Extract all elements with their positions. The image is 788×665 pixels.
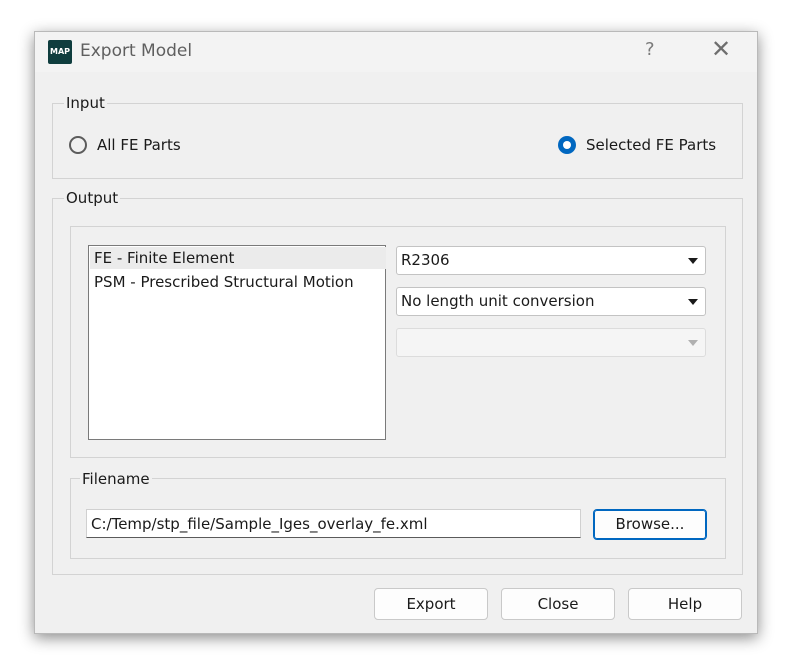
filename-field[interactable] [86, 509, 581, 538]
chevron-down-icon [688, 299, 698, 305]
close-icon[interactable]: ✕ [711, 35, 731, 63]
version-dropdown-value: R2306 [401, 251, 450, 269]
window-title: Export Model [80, 41, 193, 61]
filename-input[interactable] [87, 510, 580, 537]
chevron-down-icon [688, 340, 698, 346]
help-icon[interactable]: ? [645, 39, 655, 60]
browse-button[interactable]: Browse... [593, 509, 707, 540]
output-group-label: Output [64, 189, 121, 207]
disabled-dropdown [396, 328, 706, 357]
list-item-psm[interactable]: PSM - Prescribed Structural Motion [90, 271, 386, 293]
all-fe-parts-radio[interactable] [69, 136, 87, 154]
app-icon: MAP [48, 40, 72, 64]
selected-fe-parts-radio[interactable] [558, 136, 576, 154]
filename-group-label: Filename [80, 470, 152, 488]
close-button[interactable]: Close [501, 588, 615, 620]
list-item-fe[interactable]: FE - Finite Element [90, 247, 386, 269]
unit-conversion-dropdown[interactable]: No length unit conversion [396, 287, 706, 316]
version-dropdown[interactable]: R2306 [396, 246, 706, 275]
help-button[interactable]: Help [628, 588, 742, 620]
chevron-down-icon [688, 258, 698, 264]
input-group-label: Input [64, 94, 107, 112]
export-model-dialog: MAP Export Model ? ✕ Input All FE Parts … [34, 31, 758, 634]
export-button[interactable]: Export [374, 588, 488, 620]
all-fe-parts-label[interactable]: All FE Parts [97, 136, 181, 154]
title-bar: MAP Export Model ? ✕ [35, 32, 757, 72]
selected-fe-parts-label[interactable]: Selected FE Parts [586, 136, 716, 154]
unit-conversion-dropdown-value: No length unit conversion [401, 292, 595, 310]
output-format-list[interactable]: FE - Finite Element PSM - Prescribed Str… [88, 245, 386, 440]
